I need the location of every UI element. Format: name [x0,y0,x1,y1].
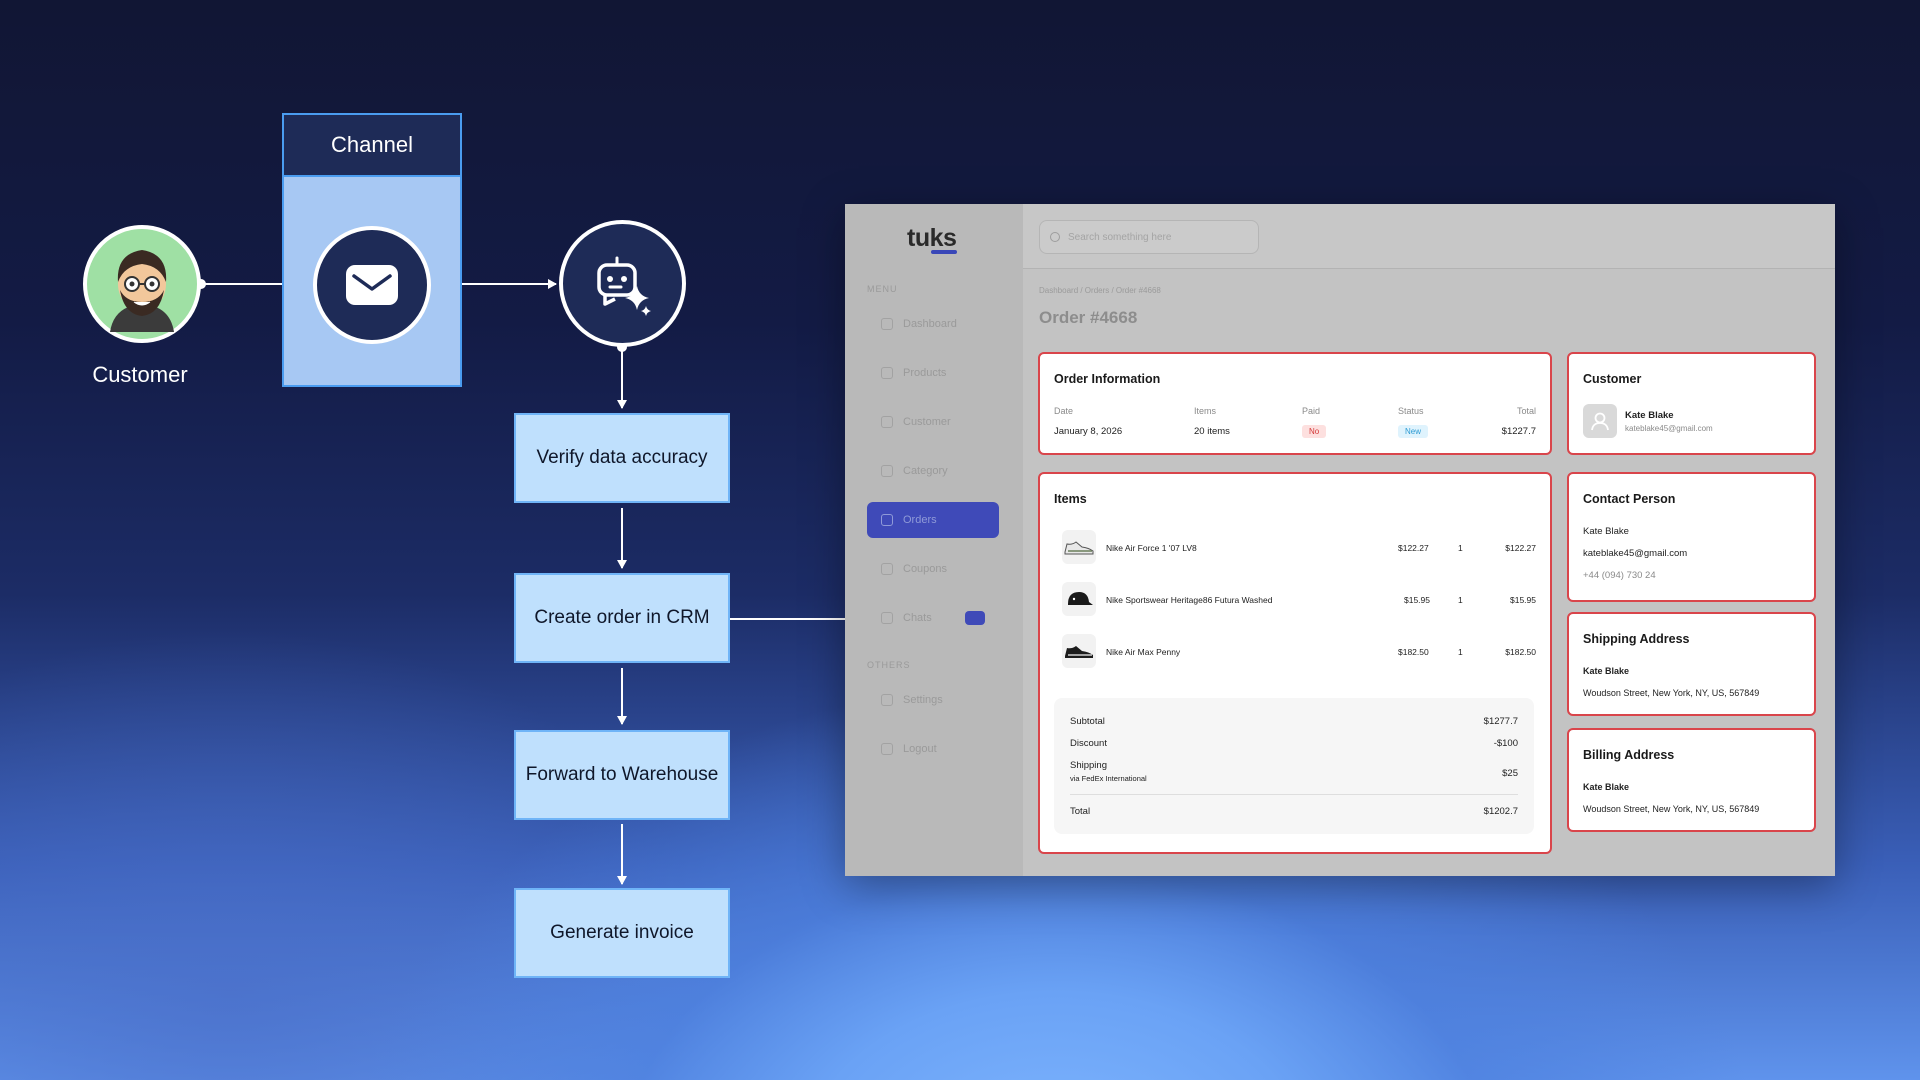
item-price: $15.95 [1404,595,1430,605]
step-verify-data[interactable]: Verify data accuracy [514,413,730,503]
item-total: $122.27 [1505,543,1536,553]
summary-total: Total $1202.7 [1070,806,1518,817]
header-items: Items [1194,406,1217,416]
sidebar-item-orders[interactable]: Orders [867,502,999,538]
customer-label: Customer [92,362,188,387]
customer-card: Customer Kate Blake kateblake45@gmail.co… [1567,352,1816,455]
summary-shipping-note: via FedEx International [1070,774,1147,783]
order-summary: Subtotal $1277.7 Discount -$100 Shipping $2… [1054,698,1534,834]
item-price: $182.50 [1398,647,1429,657]
avatar [1583,404,1617,438]
search-icon [1050,232,1060,242]
chat-unread-badge [965,611,985,625]
customer-avatar-icon [83,225,201,343]
paid-status-badge: No [1302,425,1327,438]
user-icon [881,416,893,428]
customer-name: Kate Blake [1625,410,1674,421]
sidebar-item-coupons[interactable]: Coupons [867,551,999,587]
contact-person-card: Contact Person Kate Blake kateblake45@gm… [1567,472,1816,602]
breadcrumb: Dashboard / Orders / Order #4668 [1039,286,1161,295]
sneaker-black-icon [1062,634,1096,668]
crm-sidebar: tuks MENU Dashboard Products Customer Ca… [845,204,1024,876]
search-placeholder: Search something here [1068,231,1172,243]
item-qty: 1 [1458,647,1463,657]
sneaker-white-icon [1062,530,1096,564]
crm-logo-underline [931,250,957,254]
dashboard-icon [881,318,893,330]
card-title: Order Information [1054,372,1161,386]
sidebar-others-label: OTHERS [867,660,911,670]
header-paid: Paid [1302,406,1321,416]
crm-logo: tuks [907,224,957,252]
card-title: Contact Person [1583,492,1676,506]
ai-agent-node[interactable] [559,220,686,347]
contact-email[interactable]: kateblake45@gmail.com [1583,548,1687,559]
item-qty: 1 [1458,595,1463,605]
item-total: $182.50 [1505,647,1536,657]
coupon-icon [881,563,893,575]
item-name: Nike Sportswear Heritage86 Futura Washed [1106,595,1273,605]
order-status-badge: New [1398,425,1429,438]
header-total: Total [1516,406,1536,416]
billing-address-card: Billing Address Kate Blake Woudson Stree… [1567,728,1816,832]
billing-address: Woudson Street, New York, NY, US, 567849 [1583,804,1760,814]
shipping-address-card: Shipping Address Kate Blake Woudson Stre… [1567,612,1816,716]
summary-divider [1070,794,1518,795]
header-status: Status [1398,406,1424,416]
sidebar-item-customer[interactable]: Customer [867,404,999,440]
card-title: Shipping Address [1583,632,1690,646]
order-date: January 8, 2026 [1054,426,1123,437]
order-information-card: Order Information Date Items Paid Status… [1038,352,1552,455]
step-forward-warehouse[interactable]: Forward to Warehouse [514,730,730,820]
ai-bot-sparkle-icon [596,256,651,316]
gear-icon [881,694,893,706]
item-total: $15.95 [1510,595,1536,605]
item-name: Nike Air Max Penny [1106,647,1181,657]
item-price: $122.27 [1398,543,1429,553]
sidebar-item-products[interactable]: Products [867,355,999,391]
billing-name: Kate Blake [1583,782,1630,792]
step-generate-invoice[interactable]: Generate invoice [514,888,730,978]
logout-icon [881,743,893,755]
item-qty: 1 [1458,543,1463,553]
user-placeholder-icon [1591,412,1609,431]
envelope-icon [346,265,398,305]
card-title: Billing Address [1583,748,1675,762]
cart-icon [881,514,893,526]
customer-email[interactable]: kateblake45@gmail.com [1625,424,1713,433]
products-icon [881,367,893,379]
sidebar-item-settings[interactable]: Settings [867,682,999,718]
shipping-name: Kate Blake [1583,666,1630,676]
cap-icon [1062,582,1096,616]
header-date: Date [1054,406,1074,416]
card-title: Items [1054,492,1087,506]
order-total: $1227.7 [1501,426,1536,437]
summary-shipping: Shipping $25 [1070,760,1518,779]
crm-topbar: Search something here [1023,204,1835,269]
card-title: Customer [1583,372,1642,386]
order-item-count: 20 items [1194,426,1230,437]
items-card: Items Nike Air Force 1 '07 LV8 $122.27 1… [1038,472,1552,854]
summary-discount: Discount -$100 [1070,738,1518,749]
folder-icon [881,465,893,477]
page-title: Order #4668 [1039,308,1138,327]
sidebar-menu-label: MENU [867,284,898,294]
chat-icon [881,612,893,624]
search-input[interactable]: Search something here [1039,220,1259,254]
crm-main: Search something here Dashboard / Orders… [1023,204,1835,876]
channel-email-node[interactable] [313,226,431,344]
shipping-address: Woudson Street, New York, NY, US, 567849 [1583,688,1760,698]
summary-subtotal: Subtotal $1277.7 [1070,716,1518,727]
contact-name: Kate Blake [1583,526,1629,537]
channel-label: Channel [284,115,460,177]
crm-screenshot: tuks MENU Dashboard Products Customer Ca… [845,204,1835,876]
sidebar-item-logout[interactable]: Logout [867,731,999,767]
step-create-order[interactable]: Create order in CRM [514,573,730,663]
sidebar-item-dashboard[interactable]: Dashboard [867,306,999,342]
item-name: Nike Air Force 1 '07 LV8 [1106,543,1197,553]
contact-phone[interactable]: +44 (094) 730 24 [1583,570,1656,581]
sidebar-item-category[interactable]: Category [867,453,999,489]
